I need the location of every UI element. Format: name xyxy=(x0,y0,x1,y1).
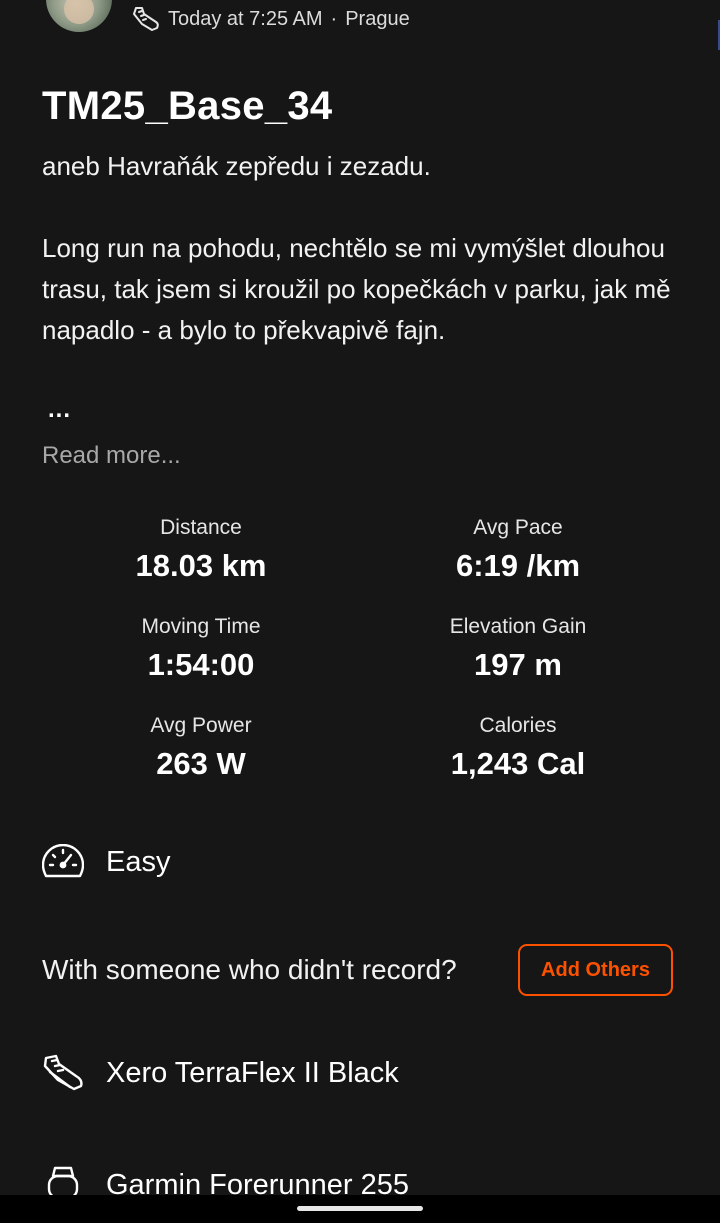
stat-avg-power: Avg Power 263 W xyxy=(51,712,351,782)
gear-label: Xero TerraFlex II Black xyxy=(106,1056,399,1089)
perceived-effort-label: Easy xyxy=(106,845,171,878)
description-line: Long run na pohodu, nechtělo se mi vymýš… xyxy=(42,233,671,345)
activity-meta: Today at 7:25 AM · Prague xyxy=(130,4,410,34)
stat-label: Elevation Gain xyxy=(449,615,587,638)
stat-label: Avg Pace xyxy=(473,516,563,539)
description-gap xyxy=(42,187,682,228)
avatar-face xyxy=(64,0,94,24)
stat-value: 1:54:00 xyxy=(147,647,255,682)
stat-label: Calories xyxy=(479,714,557,737)
read-more-link[interactable]: Read more... xyxy=(42,442,181,470)
description-ellipsis: ... xyxy=(48,396,72,423)
stat-calories: Calories 1,243 Cal xyxy=(368,712,668,782)
home-indicator[interactable] xyxy=(297,1206,423,1211)
stat-avg-pace: Avg Pace 6:19 /km xyxy=(368,514,668,584)
stat-label: Avg Power xyxy=(150,714,252,737)
group-activity-prompt: With someone who didn't record? xyxy=(42,954,457,985)
stat-value: 18.03 km xyxy=(135,548,267,583)
stat-moving-time: Moving Time 1:54:00 xyxy=(51,613,351,683)
meta-separator: · xyxy=(330,7,338,30)
add-others-button[interactable]: Add Others xyxy=(518,944,673,996)
activity-title: TM25_Base_34 xyxy=(42,84,333,128)
stat-distance: Distance 18.03 km xyxy=(51,514,351,584)
perceived-effort-row[interactable]: Easy xyxy=(42,844,170,880)
shoe-icon xyxy=(42,1054,84,1092)
stat-label: Distance xyxy=(160,516,242,539)
stat-elevation-gain: Elevation Gain 197 m xyxy=(368,613,668,683)
stat-value: 1,243 Cal xyxy=(450,746,586,781)
gear-row[interactable]: Xero TerraFlex II Black xyxy=(42,1054,399,1092)
activity-time: Today at 7:25 AM xyxy=(168,7,323,30)
activity-description: aneb Havraňák zepředu i zezadu. Long run… xyxy=(42,146,682,351)
stat-value: 6:19 /km xyxy=(455,548,581,583)
description-line: aneb Havraňák zepředu i zezadu. xyxy=(42,151,431,181)
system-navigation-bar xyxy=(0,1195,720,1223)
activity-location: Prague xyxy=(345,7,410,30)
stat-value: 263 W xyxy=(156,746,246,781)
stat-label: Moving Time xyxy=(141,615,261,638)
speedometer-icon xyxy=(42,844,84,880)
stat-value: 197 m xyxy=(474,647,562,682)
athlete-avatar[interactable] xyxy=(46,0,112,32)
run-shoe-icon xyxy=(130,6,160,32)
